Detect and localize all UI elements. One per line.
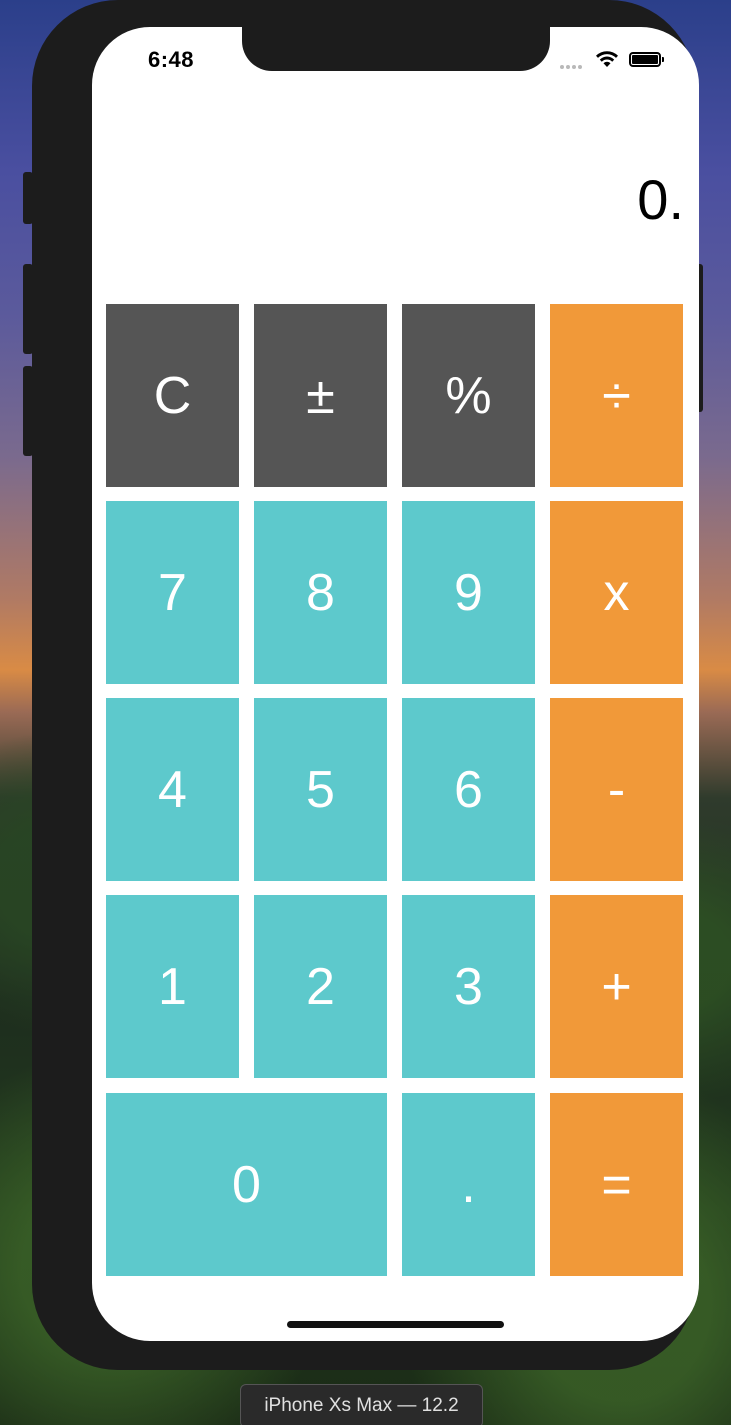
digit-6-button[interactable]: 6: [402, 698, 535, 881]
result-display: 0.: [637, 168, 684, 231]
digit-2-button[interactable]: 2: [254, 895, 387, 1078]
digit-3-button[interactable]: 3: [402, 895, 535, 1078]
status-time: 6:48: [148, 47, 195, 72]
percent-button[interactable]: %: [402, 304, 535, 487]
device-notch: [242, 27, 550, 71]
digit-7-button[interactable]: 7: [106, 501, 239, 684]
simulator-device-label: iPhone Xs Max — 12.2: [240, 1384, 483, 1425]
subtract-button[interactable]: -: [550, 698, 683, 881]
divide-button[interactable]: ÷: [550, 304, 683, 487]
battery-icon: [629, 52, 664, 67]
simulator-desktop: 6:48 0. C ± % ÷ 7 8 9 x 4 5 6 - 1 2 3 + …: [0, 0, 731, 1425]
equals-button[interactable]: =: [550, 1093, 683, 1276]
iphone-frame: 6:48 0. C ± % ÷ 7 8 9 x 4 5 6 - 1 2 3 + …: [32, 0, 699, 1370]
digit-9-button[interactable]: 9: [402, 501, 535, 684]
digit-5-button[interactable]: 5: [254, 698, 387, 881]
plus-minus-button[interactable]: ±: [254, 304, 387, 487]
add-button[interactable]: +: [550, 895, 683, 1078]
digit-4-button[interactable]: 4: [106, 698, 239, 881]
wifi-icon: [596, 51, 618, 67]
multiply-button[interactable]: x: [550, 501, 683, 684]
cellular-signal-icon: [560, 65, 582, 69]
digit-8-button[interactable]: 8: [254, 501, 387, 684]
digit-1-button[interactable]: 1: [106, 895, 239, 1078]
home-indicator[interactable]: [287, 1321, 504, 1328]
digit-0-button[interactable]: 0: [106, 1093, 387, 1276]
decimal-button[interactable]: .: [402, 1093, 535, 1276]
app-screen: 6:48 0. C ± % ÷ 7 8 9 x 4 5 6 - 1 2 3 + …: [92, 27, 699, 1341]
clear-button[interactable]: C: [106, 304, 239, 487]
